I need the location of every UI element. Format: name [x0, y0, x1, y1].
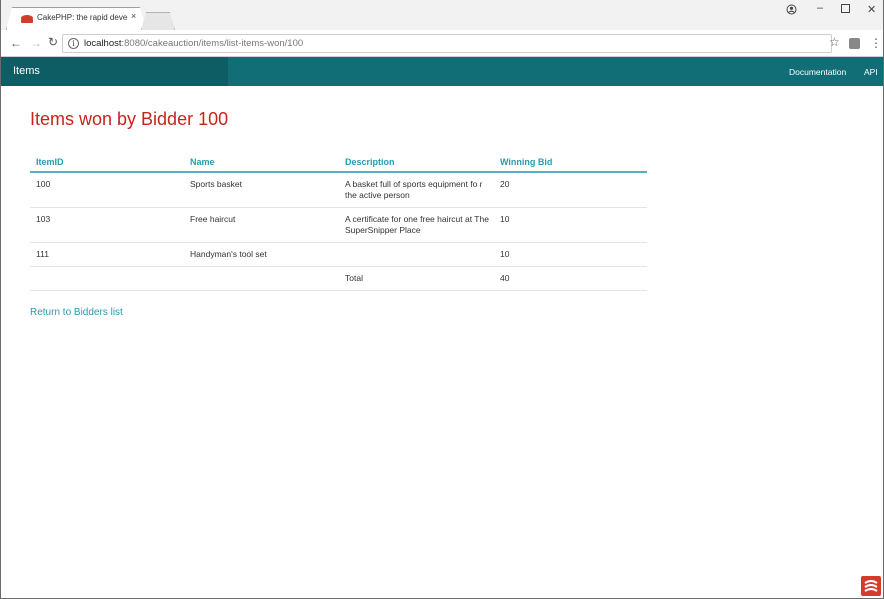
cell-description: A certificate for one free haircut at Th… — [339, 207, 494, 243]
address-bar[interactable]: i localhost:8080/cakeauction/items/list-… — [62, 34, 832, 53]
info-icon[interactable]: i — [68, 38, 79, 49]
cell-name: Handyman's tool set — [184, 242, 339, 267]
tab-strip: CakePHP: the rapid deve × – ✕ — [1, 0, 883, 30]
column-header-description: Description — [339, 152, 494, 173]
column-header-itemid: ItemID — [30, 152, 184, 173]
url-path: :8080/cakeauction/items/list-items-won/1… — [121, 38, 304, 49]
back-icon[interactable]: ← — [10, 36, 22, 50]
cell-total-value: 40 — [494, 266, 647, 291]
tab-title: CakePHP: the rapid deve — [37, 13, 127, 22]
table-header-row: ItemID Name Description Winning Bid — [30, 152, 647, 173]
cell-itemid: 111 — [30, 242, 184, 267]
table-row: 103 Free haircut A certificate for one f… — [30, 207, 647, 243]
cell-winning-bid: 20 — [494, 172, 647, 208]
cell-name: Free haircut — [184, 207, 339, 243]
cell-description — [339, 242, 494, 267]
maximize-icon[interactable] — [841, 4, 850, 16]
reload-icon[interactable]: ↻ — [48, 35, 58, 49]
items-table: ItemID Name Description Winning Bid 100 … — [30, 152, 647, 291]
nav-link-api[interactable]: API — [864, 67, 878, 77]
forward-icon[interactable]: → — [30, 36, 42, 50]
browser-window: CakePHP: the rapid deve × – ✕ ← → ↻ i lo… — [0, 0, 884, 599]
cell-winning-bid: 10 — [494, 242, 647, 267]
table-row-total: Total 40 — [30, 266, 647, 291]
top-navbar: Items Documentation API — [1, 57, 883, 86]
profile-icon[interactable] — [786, 4, 797, 18]
close-window-icon[interactable]: ✕ — [867, 3, 876, 16]
table-row: 100 Sports basket A basket full of sport… — [30, 172, 647, 208]
page-title: Items won by Bidder 100 — [30, 109, 229, 129]
cell-description: A basket full of sports equipment fo r t… — [339, 172, 494, 208]
column-header-winning-bid: Winning Bid — [494, 152, 647, 173]
cell-total-label: Total — [339, 266, 494, 291]
nav-link-documentation[interactable]: Documentation — [789, 67, 846, 77]
url-host: localhost — [84, 38, 122, 49]
cell-itemid: 100 — [30, 172, 184, 208]
cell-name — [184, 266, 339, 291]
minimize-icon[interactable]: – — [817, 2, 823, 14]
cakephp-favicon-icon — [21, 15, 33, 23]
return-to-bidders-link[interactable]: Return to Bidders list — [30, 307, 123, 318]
browser-menu-icon[interactable]: ⋮ — [870, 36, 882, 50]
cell-itemid — [30, 266, 184, 291]
bookmark-star-icon[interactable]: ☆ — [829, 35, 840, 49]
column-header-name: Name — [184, 152, 339, 173]
extension-icon[interactable] — [849, 38, 860, 49]
nav-brand[interactable]: Items — [1, 57, 228, 86]
cakephp-logo-icon — [861, 576, 881, 596]
url-text[interactable]: localhost:8080/cakeauction/items/list-it… — [84, 38, 303, 49]
new-tab-button[interactable] — [141, 12, 175, 30]
browser-toolbar: ← → ↻ i localhost:8080/cakeauction/items… — [1, 30, 883, 57]
cell-winning-bid: 10 — [494, 207, 647, 243]
tab-close-icon[interactable]: × — [131, 11, 136, 21]
table-row: 111 Handyman's tool set 10 — [30, 242, 647, 267]
cell-itemid: 103 — [30, 207, 184, 243]
browser-tab[interactable]: CakePHP: the rapid deve × — [6, 7, 146, 30]
cell-name: Sports basket — [184, 172, 339, 208]
